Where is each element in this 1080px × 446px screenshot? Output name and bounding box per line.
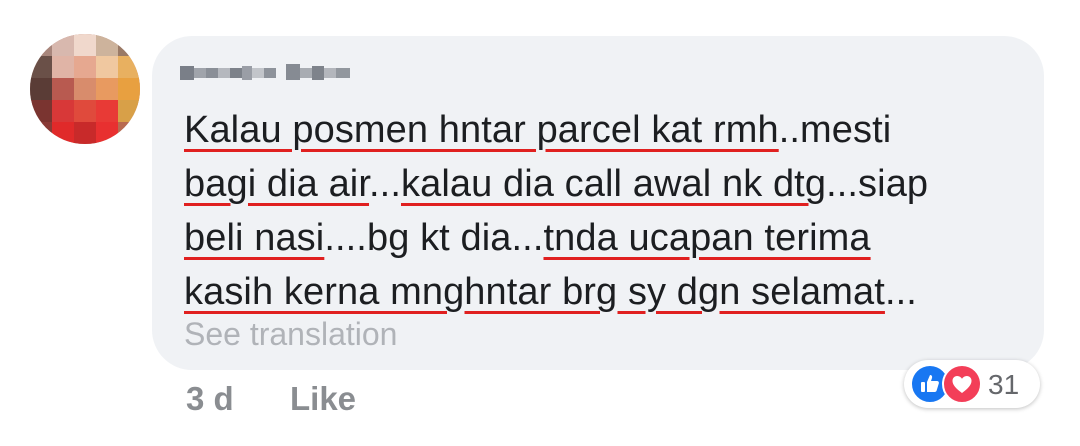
comment-line: kasih kerna mnghntar brg sy dgn selamat.… [184,265,1014,319]
underlined-text: tnda ucapan terima [543,217,871,259]
comment-line: beli nasi....bg kt dia...tnda ucapan ter… [184,211,1014,265]
reaction-summary[interactable]: 31 [904,360,1040,408]
underlined-text: Kalau posmen hntar parcel kat rmh [184,109,779,151]
comment-text-segment: ..mesti [778,109,892,151]
underlined-text: beli nasi [184,217,325,259]
heart-icon [942,364,982,404]
comment-timestamp[interactable]: 3 d [186,380,234,418]
avatar[interactable] [30,34,140,144]
comment-text-segment: ...siap [826,163,929,205]
comment-text: Kalau posmen hntar parcel kat rmh..mesti… [184,103,1014,319]
underlined-text: bagi dia air [184,163,370,205]
underlined-text: kalau dia call awal nk dtg [401,163,827,205]
comment-line: bagi dia air...kalau dia call awal nk dt… [184,157,1014,211]
underlined-text: kasih kerna mnghntar brg sy dgn selamat [184,271,885,313]
comment-actions: 3 d Like [186,380,356,418]
comment-text-segment: ... [884,271,917,313]
see-translation-link[interactable]: See translation [184,316,397,353]
comment-text-segment: ....bg kt dia... [324,217,544,259]
like-button[interactable]: Like [290,380,356,418]
comment-text-segment: ... [369,163,401,205]
author-name-redacted[interactable] [180,62,360,84]
reaction-count: 31 [988,369,1020,400]
comment-line: Kalau posmen hntar parcel kat rmh..mesti [184,103,1014,157]
